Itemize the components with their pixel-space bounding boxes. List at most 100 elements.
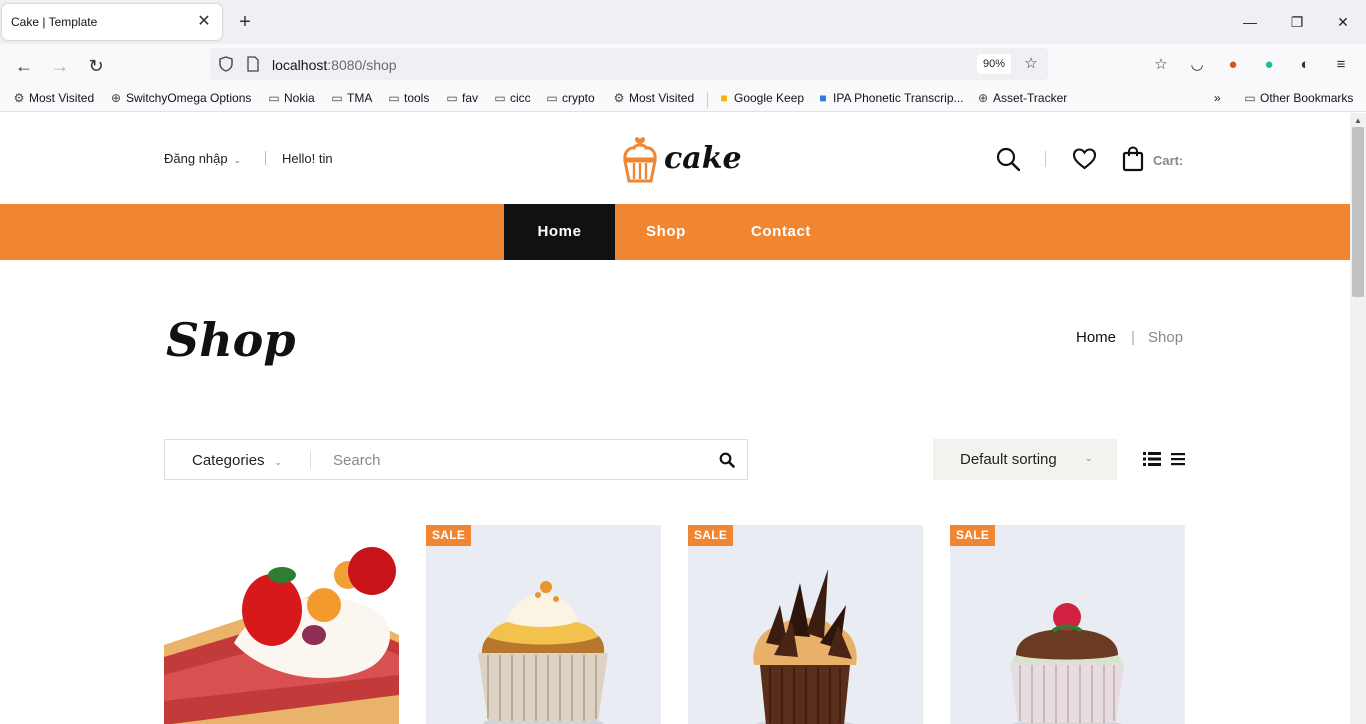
categories-dropdown[interactable]: Categories ⌄ [192, 452, 282, 469]
bookmark-item[interactable]: ⊕ SwitchyOmega Options [109, 91, 251, 105]
grammarly-icon[interactable]: ● [1258, 54, 1280, 76]
cart-label[interactable]: Cart: [1153, 153, 1183, 168]
shop-filter-bar: Categories ⌄ [164, 439, 748, 480]
scrollbar-thumb[interactable] [1352, 127, 1364, 297]
browser-tab[interactable]: Cake | Template ✕ [2, 4, 222, 40]
menu-icon[interactable]: ≡ [1330, 54, 1352, 76]
shopping-bag-icon[interactable] [1122, 146, 1144, 172]
switchy-icon[interactable]: ◐ [1294, 54, 1316, 76]
site-header: Đăng nhập ⌄ Hello! tin cake Cart: [0, 113, 1350, 204]
product-card[interactable]: SALE [688, 525, 923, 724]
gear-icon: ⚙ [13, 91, 25, 105]
back-icon[interactable]: ← [11, 53, 37, 79]
product-card[interactable]: SALE [426, 525, 661, 724]
sale-badge: SALE [426, 525, 472, 546]
filter-divider [310, 451, 311, 469]
restore-icon[interactable]: ❐ [1285, 10, 1309, 34]
header-divider [265, 151, 266, 165]
header-icon-divider [1045, 151, 1046, 167]
globe-icon: ⊕ [110, 91, 122, 105]
cupcake-raspberry-image [950, 525, 1185, 724]
search-icon[interactable] [996, 147, 1020, 171]
new-tab-icon[interactable]: + [234, 11, 256, 33]
page-title: Shop [166, 313, 296, 367]
product-card[interactable]: SALE [950, 525, 1185, 724]
folder-icon: ▭ [446, 91, 458, 105]
folder-icon: ▭ [331, 91, 343, 105]
bookmark-separator [707, 92, 708, 108]
close-tab-icon[interactable]: ✕ [194, 12, 214, 32]
search-submit-icon[interactable] [719, 452, 735, 468]
folder-icon: ▭ [546, 91, 558, 105]
bookmark-item[interactable]: ⚙ Most Visited [12, 91, 95, 105]
product-search-input[interactable] [333, 448, 703, 472]
site-logo[interactable]: cake [620, 133, 742, 185]
page-scrollbar[interactable]: ▲ [1350, 113, 1366, 724]
breadcrumb-separator: | [1131, 329, 1135, 346]
bookmark-item[interactable]: ▭ fav [445, 91, 478, 105]
reload-icon[interactable]: ↻ [83, 53, 109, 79]
product-card[interactable] [164, 525, 399, 724]
greeting-text: Hello! tin [282, 151, 333, 166]
zoom-indicator[interactable]: 90% [977, 54, 1011, 74]
folder-icon: ▭ [388, 91, 400, 105]
nav-item-contact[interactable]: Contact [735, 204, 827, 260]
fruit-tart-image [164, 525, 399, 724]
chevron-down-icon: ⌄ [233, 155, 242, 165]
wishlist-heart-icon[interactable] [1072, 147, 1097, 171]
globe-icon: ⊕ [977, 91, 989, 105]
ipa-icon: ■ [819, 91, 827, 105]
bookmark-item[interactable]: ▭ TMA [330, 91, 372, 105]
gear-icon: ⚙ [613, 91, 625, 105]
breadcrumb-home-link[interactable]: Home [1076, 329, 1116, 346]
bookmarks-overflow-icon[interactable]: » [1214, 91, 1221, 105]
browser-tabstrip: Cake | Template ✕ + — ❐ ✕ [0, 0, 1366, 44]
bookmark-item[interactable]: ⊕ Asset-Tracker [976, 91, 1067, 105]
forward-icon[interactable]: → [47, 53, 73, 79]
compact-view-icon[interactable] [1170, 451, 1186, 467]
bookmark-item[interactable]: ▭ Other Bookmarks [1243, 91, 1353, 105]
breadcrumb-current: Shop [1148, 329, 1184, 346]
cupcake-logo-icon [623, 137, 657, 183]
bookmark-item[interactable]: ▭ cicc [493, 91, 530, 105]
url-bar[interactable]: localhost:8080/shop 90% ☆ [210, 48, 1048, 80]
page-viewport: Đăng nhập ⌄ Hello! tin cake Cart: Home S… [0, 113, 1350, 724]
login-label: Đăng nhập [164, 151, 228, 166]
minimize-icon[interactable]: — [1238, 10, 1262, 34]
reading-list-icon[interactable]: ☆ [1150, 54, 1172, 76]
browser-toolbar: ← → ↻ localhost:8080/shop 90% ☆ ☆ ◡ ● ● … [0, 44, 1366, 86]
nav-item-home[interactable]: Home [504, 204, 615, 260]
sort-dropdown[interactable]: Default sorting ⌄ [933, 439, 1117, 480]
bookmark-item[interactable]: ⚙ Most Visited [612, 91, 695, 105]
chevron-down-icon: ⌄ [1085, 453, 1093, 463]
list-view-icon[interactable] [1143, 451, 1161, 467]
folder-icon: ▭ [268, 91, 280, 105]
bookmark-star-icon[interactable]: ☆ [1020, 53, 1042, 75]
folder-icon: ▭ [1244, 91, 1256, 105]
shield-icon [219, 56, 233, 72]
sort-label: Default sorting [960, 451, 1057, 468]
categories-label: Categories [192, 452, 265, 469]
logo-text: cake [664, 141, 742, 176]
pocket-icon[interactable]: ◡ [1186, 54, 1208, 76]
bookmarks-bar: ⚙ Most Visited ⊕ SwitchyOmega Options ▭ Nok… [0, 86, 1366, 112]
chevron-down-icon: ⌄ [274, 457, 283, 467]
nav-item-shop[interactable]: Shop [623, 204, 709, 260]
bookmark-item[interactable]: ▭ tools [387, 91, 429, 105]
bookmark-item[interactable]: ▭ crypto [545, 91, 594, 105]
scroll-up-icon[interactable]: ▲ [1354, 116, 1362, 125]
keep-icon: ■ [720, 91, 728, 105]
sale-badge: SALE [688, 525, 734, 546]
bookmark-item[interactable]: ■ IPA Phonetic Transcrip... [816, 91, 963, 105]
tab-title: Cake | Template [11, 15, 98, 29]
login-dropdown[interactable]: Đăng nhập ⌄ [164, 151, 241, 166]
bookmark-item[interactable]: ■ Google Keep [717, 91, 804, 105]
sale-badge: SALE [950, 525, 996, 546]
page-icon [247, 56, 259, 72]
extension-icon[interactable]: ● [1222, 54, 1244, 76]
close-window-icon[interactable]: ✕ [1331, 10, 1355, 34]
main-navigation: Home Shop Contact [0, 204, 1350, 260]
url-text: localhost:8080/shop [272, 57, 397, 73]
bookmark-item[interactable]: ▭ Nokia [267, 91, 314, 105]
cupcake-chocolate-shavings-image [688, 525, 923, 724]
